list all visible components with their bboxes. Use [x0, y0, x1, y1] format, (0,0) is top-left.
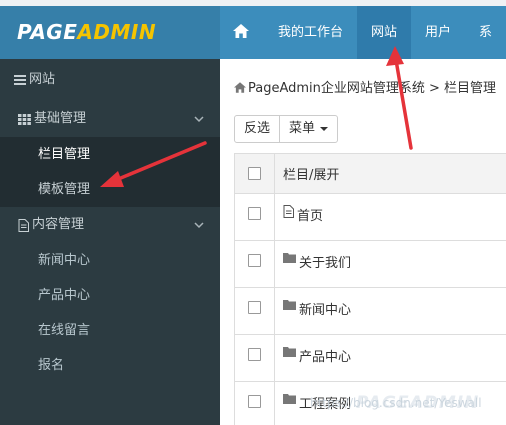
table-row: 关于我们	[234, 241, 506, 288]
table-row: 产品中心	[234, 335, 506, 382]
nav-home[interactable]	[220, 6, 264, 59]
row-check-cell	[234, 382, 275, 425]
sidebar-item-template-manage[interactable]: 模板管理	[0, 172, 220, 207]
sidebar: 网站 基础管理 栏目管理 模板管理 内容管理 新闻中心 产品中心 在线留言 报名	[0, 59, 220, 425]
row-label[interactable]: 首页	[297, 205, 323, 224]
sidebar-group-content-label: 内容管理	[32, 217, 85, 232]
sidebar-group-content[interactable]: 内容管理	[0, 207, 220, 243]
watermark-url: https://blog.csdn.net/Yeswall	[310, 396, 482, 410]
folder-icon	[283, 347, 296, 357]
grid-icon	[18, 113, 31, 125]
document-icon	[18, 218, 29, 232]
table-row: 首页	[234, 194, 506, 241]
sidebar-item-news[interactable]: 新闻中心	[0, 243, 220, 278]
nav-system[interactable]: 系	[465, 6, 506, 59]
toolbar: 反选 菜单	[234, 115, 339, 143]
nav-website[interactable]: 网站	[357, 6, 412, 59]
row-label-cell: 首页	[275, 194, 506, 240]
sidebar-item-column-manage[interactable]: 栏目管理	[0, 137, 220, 172]
breadcrumb: PageAdmin企业网站管理系统 > 栏目管理	[234, 77, 496, 96]
row-checkbox[interactable]	[248, 207, 261, 220]
sidebar-header-label: 网站	[29, 72, 56, 87]
row-check-cell	[234, 194, 275, 240]
sidebar-group-basic[interactable]: 基础管理	[0, 101, 220, 137]
column-table: 栏目/展开 首页 关于我们 新闻中心 产品中心 工程案例	[234, 153, 506, 425]
row-checkbox[interactable]	[248, 395, 261, 408]
folder-icon	[283, 253, 296, 263]
row-label-cell: 关于我们	[275, 241, 506, 287]
breadcrumb-text[interactable]: PageAdmin企业网站管理系统 > 栏目管理	[248, 81, 496, 96]
home-icon	[234, 81, 246, 93]
row-label[interactable]: 关于我们	[299, 252, 351, 271]
select-all-checkbox[interactable]	[248, 167, 261, 180]
sidebar-group-basic-label: 基础管理	[34, 111, 87, 126]
folder-icon	[283, 300, 296, 310]
row-check-cell	[234, 288, 275, 334]
sidebar-item-products[interactable]: 产品中心	[0, 278, 220, 313]
row-label-cell: 新闻中心	[275, 288, 506, 334]
folder-icon	[283, 394, 296, 404]
page-icon	[283, 205, 294, 218]
chevron-down-icon	[194, 222, 204, 229]
row-checkbox[interactable]	[248, 301, 261, 314]
top-nav: 我的工作台 网站 用户 系	[220, 6, 506, 59]
bars-icon	[14, 74, 26, 85]
home-icon	[233, 24, 249, 38]
select-all-cell	[234, 154, 275, 193]
row-checkbox[interactable]	[248, 348, 261, 361]
row-label[interactable]: 新闻中心	[299, 299, 351, 318]
invert-select-button[interactable]: 反选	[234, 115, 281, 143]
sidebar-header[interactable]: 网站	[0, 59, 220, 101]
row-label[interactable]: 产品中心	[299, 346, 351, 365]
row-check-cell	[234, 241, 275, 287]
sidebar-item-messages[interactable]: 在线留言	[0, 313, 220, 348]
menu-dropdown-label: 菜单	[289, 121, 316, 136]
sidebar-content-list: 新闻中心 产品中心 在线留言 报名	[0, 243, 220, 383]
table-header-label: 栏目/展开	[283, 168, 340, 183]
nav-workbench[interactable]: 我的工作台	[264, 6, 357, 59]
top-navbar: PAGEADMIN 我的工作台 网站 用户 系	[0, 6, 506, 59]
menu-dropdown-button[interactable]: 菜单	[279, 115, 339, 143]
main-content: PageAdmin企业网站管理系统 > 栏目管理 反选 菜单 栏目/展开 首页 …	[220, 59, 506, 425]
row-check-cell	[234, 335, 275, 381]
row-label-cell: 产品中心	[275, 335, 506, 381]
caret-down-icon	[320, 126, 329, 131]
logo[interactable]: PAGEADMIN	[0, 6, 220, 59]
sidebar-item-signup[interactable]: 报名	[0, 348, 220, 383]
table-header: 栏目/展开	[234, 154, 506, 194]
table-row: 新闻中心	[234, 288, 506, 335]
chevron-down-icon	[194, 116, 204, 123]
row-checkbox[interactable]	[248, 254, 261, 267]
nav-users[interactable]: 用户	[411, 6, 465, 59]
sidebar-basic-submenu: 栏目管理 模板管理	[0, 137, 220, 207]
logo-text: PAGEADMIN	[17, 20, 157, 44]
